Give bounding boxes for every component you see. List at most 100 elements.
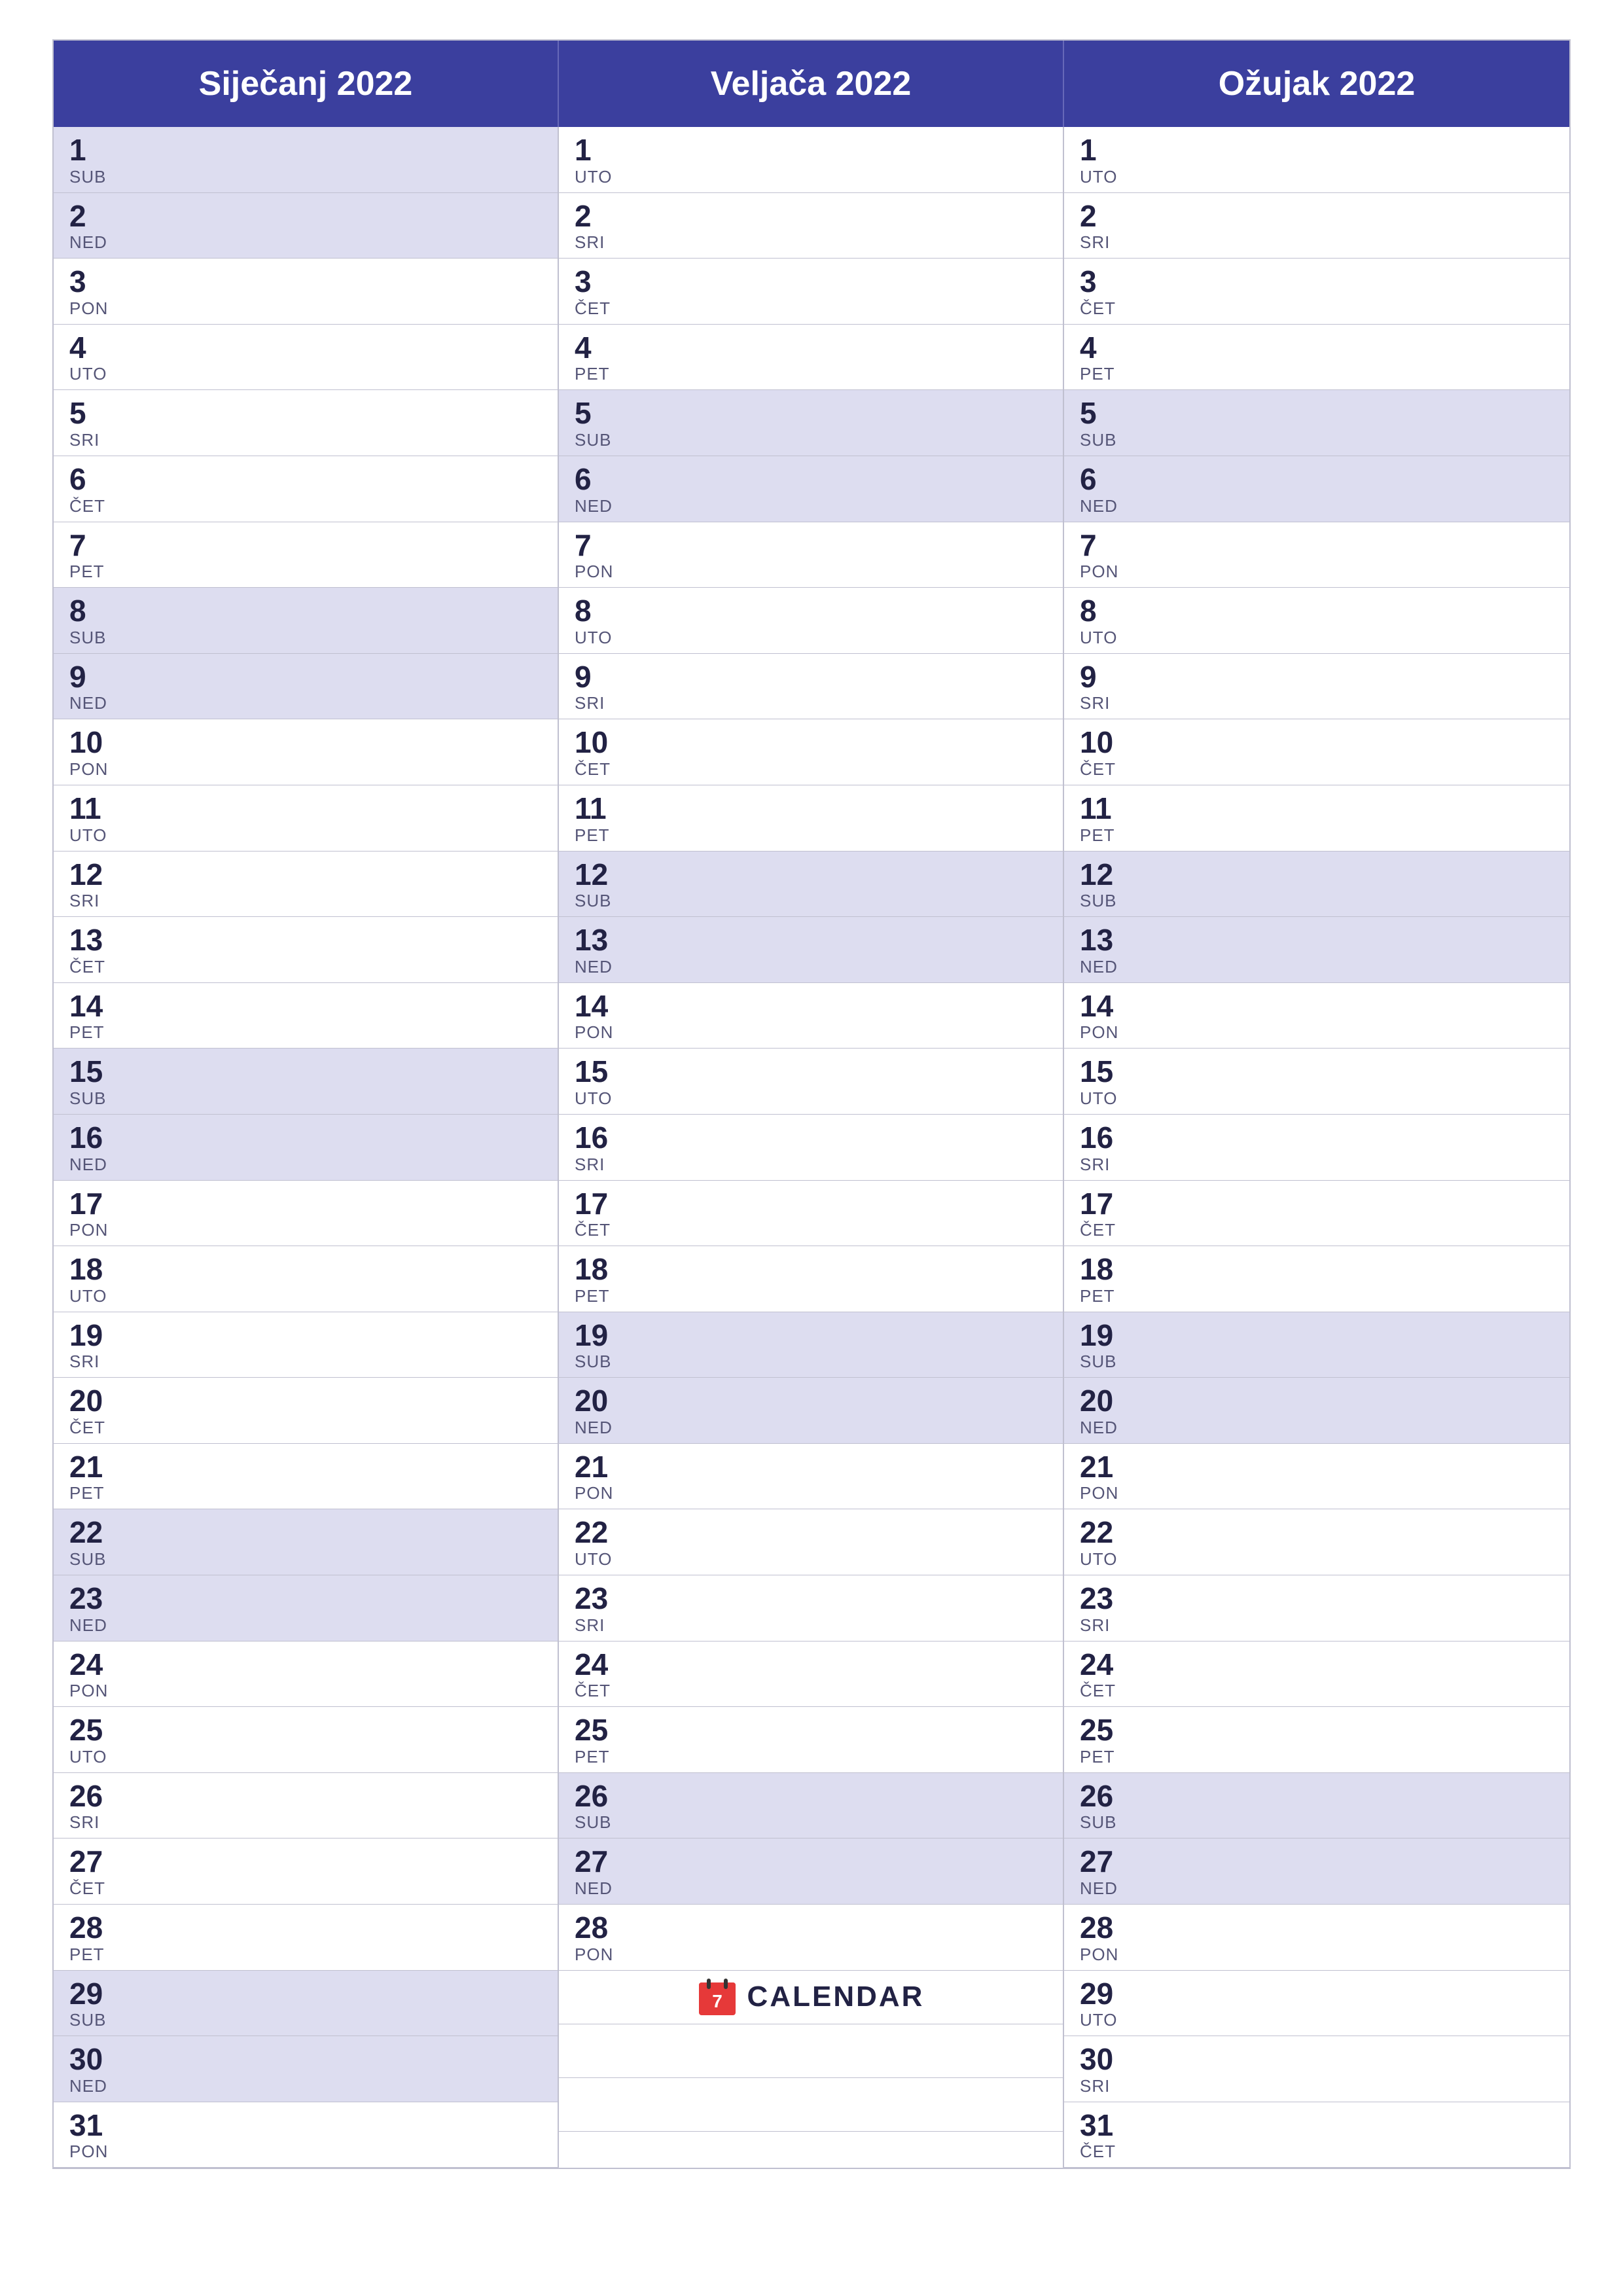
day-number: 2 [1080, 200, 1554, 233]
january-column: 1 SUB 2 NED 3 PON 4 UTO 5 SRI 6 ČET 7 PE… [54, 127, 559, 2168]
day-cell: 20 ČET [54, 1378, 558, 1444]
day-number: 8 [69, 594, 542, 628]
day-cell: 18 PET [559, 1246, 1063, 1312]
day-number: 11 [69, 792, 542, 825]
day-cell: 24 PON [54, 1641, 558, 1708]
day-cell: 31 PON [54, 2102, 558, 2168]
day-cell: 21 PET [54, 1444, 558, 1510]
day-cell: 2 SRI [1064, 193, 1569, 259]
day-cell: 15 SUB [54, 1049, 558, 1115]
day-name: PET [575, 364, 1047, 384]
day-number: 13 [1080, 924, 1554, 957]
day-cell: 1 UTO [559, 127, 1063, 193]
day-name: NED [69, 693, 542, 713]
day-name: PET [1080, 1286, 1554, 1306]
day-number: 4 [1080, 331, 1554, 365]
day-number: 9 [69, 660, 542, 694]
day-number: 31 [1080, 2109, 1554, 2142]
day-name: PET [575, 1286, 1047, 1306]
day-name: ČET [575, 1681, 1047, 1701]
march-column: 1 UTO 2 SRI 3 ČET 4 PET 5 SUB 6 NED 7 PO… [1064, 127, 1569, 2168]
day-name: SRI [575, 1155, 1047, 1175]
day-cell: 13 ČET [54, 917, 558, 983]
day-name: PET [69, 1022, 542, 1043]
day-number: 23 [1080, 1582, 1554, 1615]
day-name: PON [1080, 1483, 1554, 1503]
svg-text:7: 7 [712, 1991, 722, 2011]
day-cell: 6 NED [559, 456, 1063, 522]
day-cell: 28 PON [1064, 1905, 1569, 1971]
day-name: SRI [1080, 2076, 1554, 2096]
day-cell: 26 SRI [54, 1773, 558, 1839]
day-cell: 4 PET [559, 325, 1063, 391]
day-cell: 5 SUB [1064, 390, 1569, 456]
day-number: 22 [1080, 1516, 1554, 1549]
day-number: 31 [69, 2109, 542, 2142]
day-number: 10 [69, 726, 542, 759]
day-cell: 24 ČET [559, 1641, 1063, 1708]
day-number: 3 [69, 265, 542, 298]
day-number: 25 [575, 1713, 1047, 1747]
day-cell: 17 ČET [1064, 1181, 1569, 1247]
day-cell: 29 UTO [1064, 1971, 1569, 2037]
day-cell: 23 SRI [1064, 1575, 1569, 1641]
day-name: SUB [1080, 1812, 1554, 1833]
day-name: ČET [575, 759, 1047, 780]
day-name: NED [69, 2076, 542, 2096]
day-name: NED [1080, 1878, 1554, 1899]
day-cell: 21 PON [559, 1444, 1063, 1510]
day-name: PET [69, 1483, 542, 1503]
day-number: 13 [69, 924, 542, 957]
day-number: 19 [69, 1319, 542, 1352]
day-cell: 19 SRI [54, 1312, 558, 1378]
day-name: SUB [575, 430, 1047, 450]
day-cell: 12 SUB [1064, 852, 1569, 918]
day-cell: 7 PON [559, 522, 1063, 588]
day-number: 4 [575, 331, 1047, 365]
day-number: 8 [1080, 594, 1554, 628]
day-number: 16 [1080, 1121, 1554, 1155]
day-name: PON [575, 1483, 1047, 1503]
day-cell: 28 PET [54, 1905, 558, 1971]
day-number: 26 [575, 1780, 1047, 1813]
day-name: PON [1080, 562, 1554, 582]
logo-text: CALENDAR [747, 1981, 925, 2013]
day-cell: 9 NED [54, 654, 558, 720]
day-name: NED [1080, 1418, 1554, 1438]
day-cell: 12 SRI [54, 852, 558, 918]
day-name: SRI [575, 232, 1047, 253]
day-name: ČET [69, 1418, 542, 1438]
day-cell: 11 PET [559, 785, 1063, 852]
day-name: UTO [575, 167, 1047, 187]
day-number: 20 [1080, 1384, 1554, 1418]
day-cell: 1 SUB [54, 127, 558, 193]
day-name: PON [575, 562, 1047, 582]
day-cell: 15 UTO [1064, 1049, 1569, 1115]
day-number: 23 [69, 1582, 542, 1615]
day-cell: 26 SUB [1064, 1773, 1569, 1839]
day-number: 8 [575, 594, 1047, 628]
day-cell: 7 PON [1064, 522, 1569, 588]
day-number: 12 [69, 858, 542, 891]
day-number: 1 [575, 134, 1047, 167]
day-cell: 4 UTO [54, 325, 558, 391]
day-cell: 27 NED [1064, 1839, 1569, 1905]
day-name: NED [69, 232, 542, 253]
day-number: 19 [575, 1319, 1047, 1352]
day-name: PON [1080, 1945, 1554, 1965]
day-name: UTO [1080, 1088, 1554, 1109]
day-number: 14 [575, 990, 1047, 1023]
day-cell: 16 NED [54, 1115, 558, 1181]
day-name: UTO [69, 1747, 542, 1767]
day-cell: 30 NED [54, 2036, 558, 2102]
day-number: 17 [69, 1187, 542, 1221]
day-name: UTO [69, 1286, 542, 1306]
day-number: 24 [69, 1648, 542, 1681]
day-number: 10 [1080, 726, 1554, 759]
day-name: PON [69, 759, 542, 780]
day-number: 17 [575, 1187, 1047, 1221]
logo-cell: 7 CALENDAR [559, 1971, 1063, 2024]
day-number: 1 [1080, 134, 1554, 167]
day-number: 22 [575, 1516, 1047, 1549]
day-cell: 21 PON [1064, 1444, 1569, 1510]
